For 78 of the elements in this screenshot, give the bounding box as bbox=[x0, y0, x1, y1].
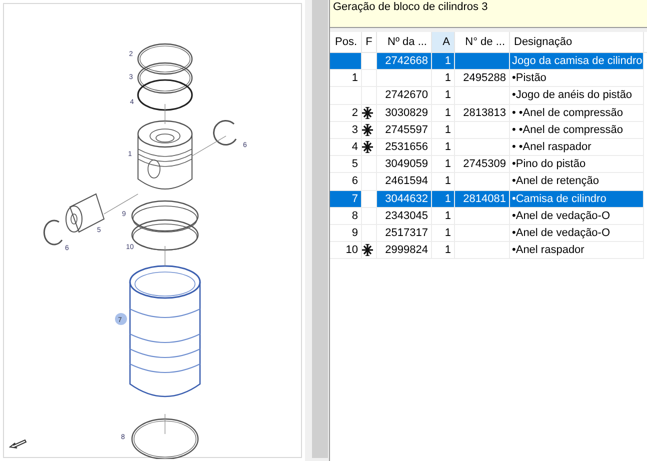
table-cell[interactable]: 1 bbox=[432, 208, 455, 225]
table-cell[interactable]: 3044632 bbox=[377, 190, 432, 208]
table-cell[interactable] bbox=[330, 87, 362, 105]
table-cell[interactable]: 2742668 bbox=[377, 53, 432, 70]
table-cell[interactable]: •Anel raspador bbox=[510, 242, 644, 260]
table-cell[interactable]: • •Anel de compressão bbox=[510, 122, 644, 139]
arrow-icon[interactable] bbox=[9, 437, 27, 449]
table-cell[interactable]: •Pino do pistão bbox=[510, 156, 644, 174]
flag-cell[interactable] bbox=[362, 242, 377, 260]
table-cell[interactable]: •Anel de vedação-O bbox=[510, 224, 644, 242]
table-cell[interactable]: 1 bbox=[432, 138, 455, 156]
header-title: Geração de bloco de cilindros 3 bbox=[333, 1, 489, 13]
table-cell[interactable]: • •Anel raspador bbox=[510, 138, 644, 156]
table-cell[interactable]: 1 bbox=[432, 104, 455, 122]
table-cell[interactable] bbox=[455, 173, 510, 190]
table-cell[interactable]: 2814081 bbox=[455, 190, 510, 208]
retaining-ring-drawing bbox=[43, 220, 63, 246]
snowflake-icon bbox=[362, 141, 373, 154]
flag-cell[interactable] bbox=[362, 190, 377, 208]
table-cell[interactable]: 2517317 bbox=[377, 224, 432, 242]
table-cell[interactable]: 8 bbox=[330, 208, 362, 225]
table-cell[interactable]: 10 bbox=[330, 242, 362, 260]
table-cell[interactable]: •Anel de vedação-O bbox=[510, 208, 644, 225]
table-cell[interactable]: 1 bbox=[432, 87, 455, 105]
column-header[interactable]: A bbox=[432, 32, 455, 52]
o-ring-drawing bbox=[131, 418, 199, 459]
table-cell[interactable]: 1 bbox=[432, 122, 455, 139]
table-cell[interactable]: 1 bbox=[432, 224, 455, 242]
table-cell[interactable]: 3030829 bbox=[377, 104, 432, 122]
table-cell[interactable]: •Jogo de anéis do pistão bbox=[510, 87, 644, 105]
snowflake-icon bbox=[362, 124, 373, 136]
table-cell[interactable]: 1 bbox=[432, 242, 455, 260]
table-cell[interactable]: 9 bbox=[330, 224, 362, 242]
flag-cell[interactable] bbox=[362, 104, 377, 122]
table-cell[interactable]: 1 bbox=[432, 156, 455, 174]
table-cell[interactable]: 1 bbox=[432, 190, 455, 208]
table-cell[interactable]: 1 bbox=[432, 173, 455, 190]
table-cell[interactable]: 5 bbox=[330, 156, 362, 174]
table-cell[interactable]: 2 bbox=[330, 104, 362, 122]
table-cell[interactable]: 2999824 bbox=[377, 242, 432, 260]
table-cell[interactable]: Jogo da camisa de cilindro bbox=[510, 53, 644, 70]
table-cell[interactable]: 2461594 bbox=[377, 173, 432, 190]
table-cell[interactable]: 2745309 bbox=[455, 156, 510, 174]
table-cell[interactable] bbox=[330, 53, 362, 70]
piston-pin-drawing bbox=[66, 193, 105, 233]
table-cell[interactable]: •Camisa de cilindro bbox=[510, 190, 644, 208]
table-cell[interactable] bbox=[455, 208, 510, 225]
table-cell[interactable]: 2813813 bbox=[455, 104, 510, 122]
retaining-ring-drawing bbox=[213, 120, 237, 146]
table-cell[interactable] bbox=[455, 53, 510, 70]
flag-cell[interactable] bbox=[362, 122, 377, 139]
table-cell[interactable]: 3 bbox=[330, 122, 362, 139]
flag-cell[interactable] bbox=[362, 224, 377, 242]
table-cell[interactable]: 6 bbox=[330, 173, 362, 190]
table-cell[interactable]: 2343045 bbox=[377, 208, 432, 225]
flag-cell[interactable] bbox=[362, 70, 377, 88]
table-cell[interactable]: 1 bbox=[432, 70, 455, 88]
table-cell[interactable]: 2745597 bbox=[377, 122, 432, 139]
table-cell[interactable]: 2742670 bbox=[377, 87, 432, 105]
table-cell[interactable] bbox=[377, 70, 432, 88]
snowflake-icon bbox=[362, 244, 373, 256]
piston-rings-drawing bbox=[137, 43, 193, 111]
flag-cell[interactable] bbox=[362, 138, 377, 156]
table-cell[interactable]: 2495288 bbox=[455, 70, 510, 88]
flag-cell[interactable] bbox=[362, 173, 377, 190]
table-cell[interactable]: 1 bbox=[330, 70, 362, 88]
table-cell[interactable]: 1 bbox=[432, 53, 455, 70]
table-cell[interactable]: 7 bbox=[330, 190, 362, 208]
table-cell[interactable]: 3049059 bbox=[377, 156, 432, 174]
flag-cell[interactable] bbox=[362, 208, 377, 225]
table-cell[interactable]: •Pistão bbox=[510, 70, 644, 88]
flag-cell[interactable] bbox=[362, 53, 377, 70]
piston-drawing bbox=[137, 120, 193, 190]
table-cell[interactable]: •Anel de retenção bbox=[510, 173, 644, 190]
snowflake-icon bbox=[362, 106, 373, 119]
table-cell[interactable]: • •Anel de compressão bbox=[510, 104, 644, 122]
table-cell[interactable]: 4 bbox=[330, 138, 362, 156]
table-cell[interactable]: 2531656 bbox=[377, 138, 432, 156]
